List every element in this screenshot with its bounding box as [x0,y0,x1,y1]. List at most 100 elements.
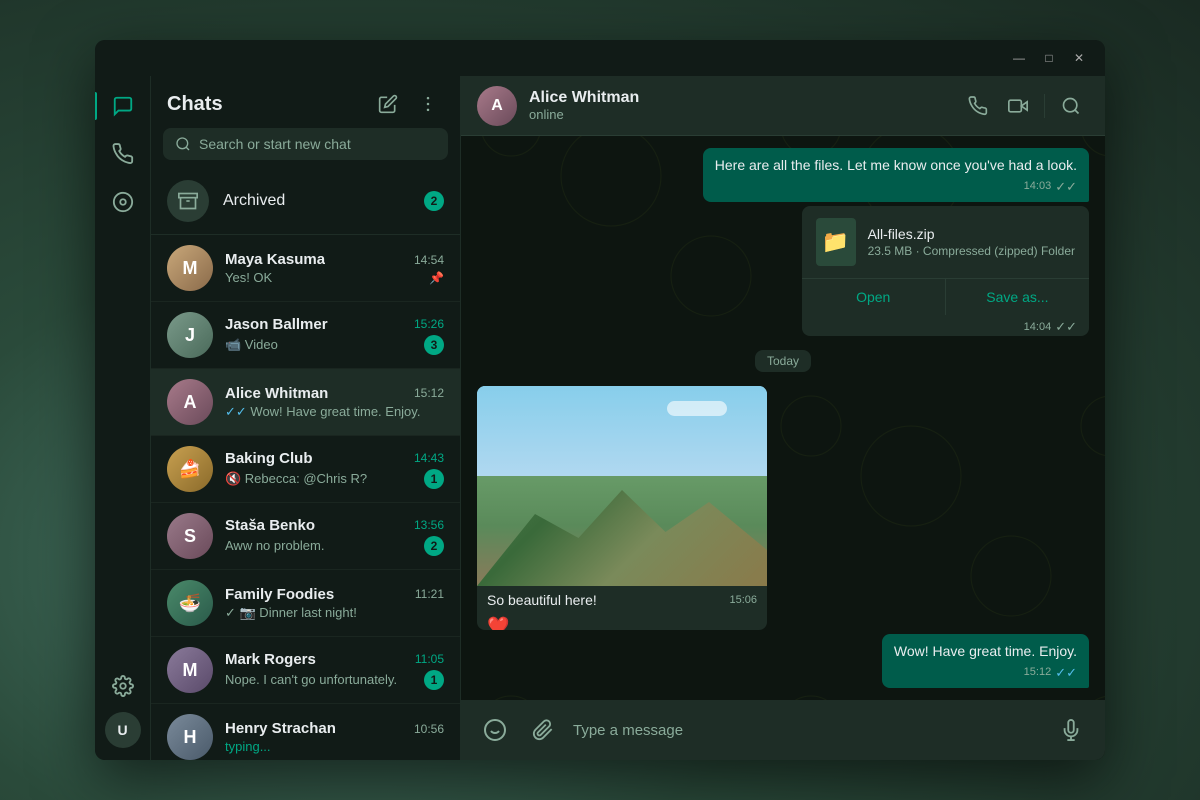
more-options-button[interactable] [412,88,444,120]
chat-info-baking: Baking Club 14:43 🔇 Rebecca: @Chris R? 1 [225,450,444,489]
chat-header-avatar[interactable]: A [477,86,517,126]
sidebar-header: Chats [151,76,460,128]
sidebar-actions [372,88,444,120]
search-messages-button[interactable] [1053,88,1089,124]
video-call-button[interactable] [1000,88,1036,124]
save-file-button[interactable]: Save as... [945,279,1089,315]
pin-icon-maya: 📌 [429,271,444,285]
chat-time-stasa: 13:56 [414,518,444,532]
chat-info-jason: Jason Ballmer 15:26 📹 Video 3 [225,316,444,355]
file-content: 📁 All-files.zip 23.5 MB · Compressed (zi… [802,206,1089,278]
msg-time-m5: 15:12 [1024,665,1052,680]
chat-name-baking: Baking Club [225,450,313,467]
nav-calls[interactable] [101,132,145,176]
chat-info-mark: Mark Rogers 11:05 Nope. I can't go unfor… [225,651,444,690]
file-ticks: ✓✓ [1055,319,1077,335]
nav-avatar[interactable]: U [105,712,141,748]
chat-time-jason: 15:26 [414,317,444,331]
caption-text: So beautiful here! [487,592,597,608]
minimize-button[interactable]: — [1005,44,1033,72]
photo-time: 15:06 [729,594,757,606]
badge-jason: 3 [424,335,444,355]
avatar-baking: 🍰 [167,446,213,492]
msg-time-m1: 14:03 [1024,179,1052,194]
badge-stasa: 2 [424,536,444,556]
date-label: Today [755,350,811,372]
chat-info-alice: Alice Whitman 15:12 ✓✓ Wow! Have great t… [225,385,444,420]
message-m5: Wow! Have great time. Enjoy. 15:12 ✓✓ [882,634,1089,688]
chat-time-henry: 10:56 [414,722,444,736]
nav-settings[interactable] [101,664,145,708]
file-actions: Open Save as... [802,278,1089,315]
new-chat-button[interactable] [372,88,404,120]
avatar-stasa: S [167,513,213,559]
photo-caption: So beautiful here! 15:06 [477,586,767,614]
chat-name-henry: Henry Strachan [225,720,336,737]
chat-item-alice[interactable]: A Alice Whitman 15:12 ✓✓ Wow! Have great… [151,369,460,436]
avatar-henry: H [167,714,213,760]
header-divider [1044,94,1045,118]
chat-item-mark[interactable]: M Mark Rogers 11:05 Nope. I can't go unf… [151,637,460,704]
msg-ticks-m5: ✓✓ [1055,664,1077,682]
archived-icon [167,180,209,222]
file-time: 14:04 [1024,321,1052,333]
chat-info-henry: Henry Strachan 10:56 typing... [225,720,444,754]
close-button[interactable]: ✕ [1065,44,1093,72]
chat-item-maya[interactable]: M Maya Kasuma 14:54 Yes! OK 📌 [151,235,460,302]
chat-header-actions [960,88,1089,124]
file-icon: 📁 [816,218,856,266]
chat-item-henry[interactable]: H Henry Strachan 10:56 typing... [151,704,460,760]
chat-item-stasa[interactable]: S Staša Benko 13:56 Aww no problem. 2 [151,503,460,570]
chat-preview-jason: 📹 Video [225,337,424,353]
chat-name-jason: Jason Ballmer [225,316,328,333]
attach-button[interactable] [525,712,561,748]
chat-preview-stasa: Aww no problem. [225,538,424,553]
chat-input-area [461,700,1105,760]
message-input[interactable] [573,722,1041,739]
search-bar [163,128,448,160]
chat-time-family: 11:21 [415,587,444,601]
message-text-m5: Wow! Have great time. Enjoy. [894,643,1077,659]
nav-chats[interactable] [101,84,145,128]
chat-info-maya: Maya Kasuma 14:54 Yes! OK 📌 [225,251,444,285]
contact-name: Alice Whitman [529,89,948,107]
chat-item-jason[interactable]: J Jason Ballmer 15:26 📹 Video 3 [151,302,460,369]
avatar-maya: M [167,245,213,291]
chat-list: Archived 2 M Maya Kasuma 14:54 Yes! [151,168,460,760]
chat-preview-mark: Nope. I can't go unfortunately. [225,672,424,687]
file-info: All-files.zip 23.5 MB · Compressed (zipp… [868,226,1075,258]
maximize-button[interactable]: □ [1035,44,1063,72]
chat-info-stasa: Staša Benko 13:56 Aww no problem. 2 [225,517,444,556]
chat-time-baking: 14:43 [414,451,444,465]
mic-button[interactable] [1053,712,1089,748]
voice-call-button[interactable] [960,88,996,124]
sidebar: Chats [151,76,461,760]
date-separator: Today [477,350,1089,372]
search-input[interactable] [199,136,436,152]
emoji-button[interactable] [477,712,513,748]
chat-header-info: Alice Whitman online [529,89,948,122]
app-window: — □ ✕ [95,40,1105,760]
avatar-family: 🍜 [167,580,213,626]
photo-reaction[interactable]: ❤️ [477,614,767,630]
chat-time-mark: 11:05 [415,652,444,666]
open-file-button[interactable]: Open [802,279,945,315]
chat-item-family[interactable]: 🍜 Family Foodies 11:21 ✓ 📷 Dinner last n… [151,570,460,637]
file-name: All-files.zip [868,226,1075,242]
archived-badge: 2 [424,191,444,211]
chat-header: A Alice Whitman online [461,76,1105,136]
chat-time-maya: 14:54 [414,253,444,267]
archived-row[interactable]: Archived 2 [151,168,460,235]
avatar-alice: A [167,379,213,425]
avatar-jason: J [167,312,213,358]
nav-status[interactable] [101,180,145,224]
contact-status: online [529,107,948,122]
badge-baking: 1 [424,469,444,489]
chat-preview-maya: Yes! OK [225,270,429,285]
photo-image [477,386,767,586]
sidebar-title: Chats [167,93,223,116]
chat-name-mark: Mark Rogers [225,651,316,668]
message-m1: Here are all the files. Let me know once… [703,148,1089,202]
chat-item-baking[interactable]: 🍰 Baking Club 14:43 🔇 Rebecca: @Chris R?… [151,436,460,503]
badge-mark: 1 [424,670,444,690]
